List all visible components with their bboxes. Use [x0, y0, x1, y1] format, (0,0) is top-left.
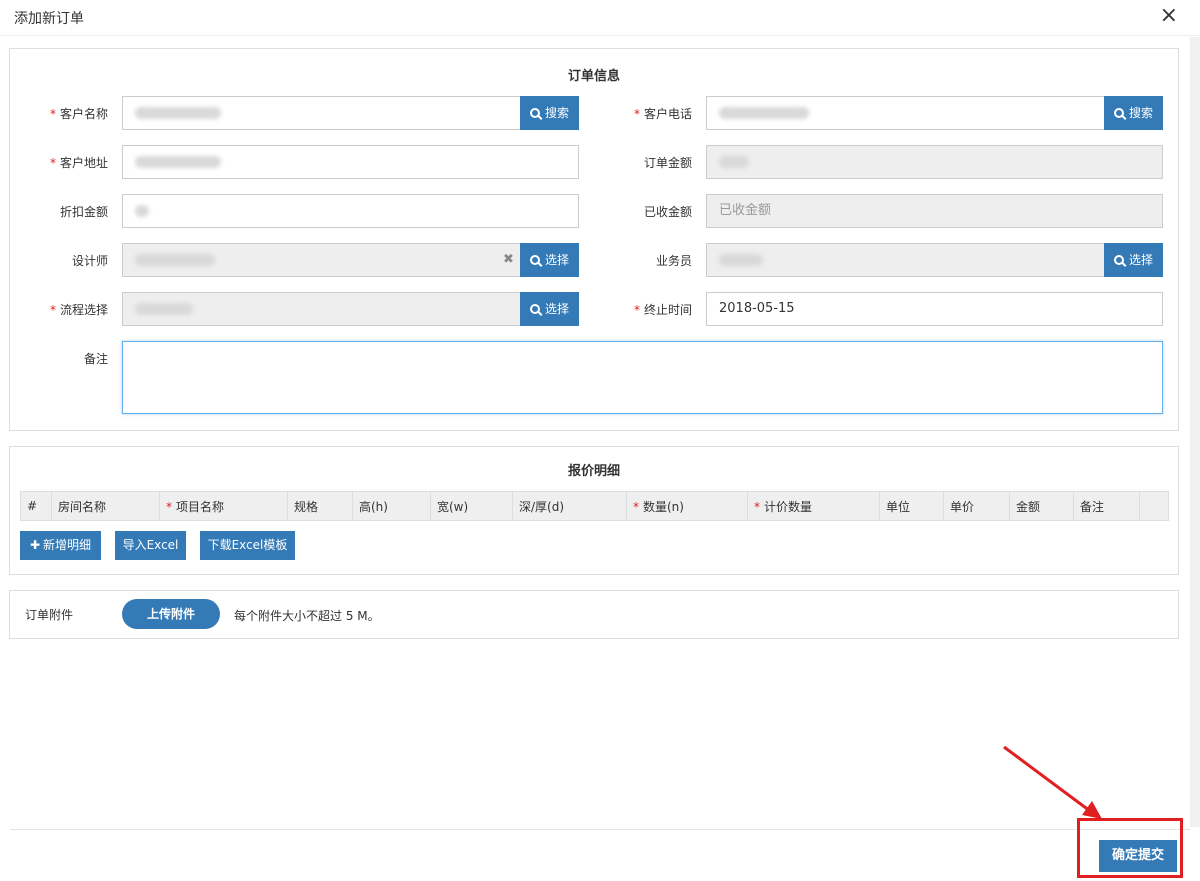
column-header-spec: 规格 [287, 491, 353, 521]
customer-name-search-button[interactable]: 搜索 [520, 96, 579, 130]
scrollbar[interactable] [1190, 37, 1200, 827]
table-header-row: # 房间名称 * 项目名称 规格 高(h) 宽(w) 深/厚(d) * 数量(n) … [20, 491, 1169, 521]
redacted-value [135, 253, 215, 266]
received-amount-placeholder: 已收金额 [719, 203, 772, 218]
annotation-arrow [1003, 745, 1102, 819]
order-info-title: 订单信息 [567, 69, 620, 84]
required-mark: * [633, 303, 640, 317]
customer-name-label: * 客户名称 [49, 107, 108, 121]
import-excel-button[interactable]: 导入Excel [115, 531, 186, 560]
dialog-title: 添加新订单 [14, 11, 84, 27]
workflow-input [122, 292, 521, 326]
plus-icon: ✚ [29, 538, 41, 552]
order-amount-label: 订单金额 [643, 156, 692, 170]
column-header-actions [1139, 491, 1169, 521]
column-header-quantity: * 数量(n) [626, 491, 748, 521]
order-amount-input [706, 145, 1163, 179]
annotation-highlight-box [1077, 818, 1183, 878]
search-icon [529, 108, 540, 118]
column-header-billing-qty: * 计价数量 [747, 491, 880, 521]
required-mark: * [49, 156, 56, 170]
designer-select-button[interactable]: 选择 [520, 243, 579, 277]
salesperson-label: 业务员 [655, 254, 692, 268]
redacted-value [719, 253, 763, 266]
column-header-item: * 项目名称 [159, 491, 288, 521]
required-mark: * [633, 107, 640, 121]
upload-attachment-button[interactable]: 上传附件 [122, 599, 220, 629]
column-header-height: 高(h) [352, 491, 431, 521]
salesperson-input [706, 243, 1105, 277]
remark-textarea[interactable] [122, 341, 1163, 414]
column-header-depth: 深/厚(d) [512, 491, 627, 521]
end-time-label: * 终止时间 [633, 303, 692, 317]
workflow-label: * 流程选择 [49, 303, 108, 317]
column-header-remark: 备注 [1073, 491, 1140, 521]
discount-amount-label: 折扣金额 [59, 205, 108, 219]
add-detail-button[interactable]: ✚ 新增明细 [20, 531, 101, 560]
download-template-button[interactable]: 下载Excel模板 [200, 531, 295, 560]
attachment-label: 订单附件 [25, 608, 74, 622]
redacted-value [135, 155, 221, 168]
dialog-titlebar: 添加新订单 × [0, 0, 1200, 36]
search-icon [529, 255, 540, 265]
workflow-select-button[interactable]: 选择 [520, 292, 579, 326]
column-header-unit: 单位 [879, 491, 944, 521]
column-header-room: 房间名称 [51, 491, 160, 521]
required-mark: * [49, 303, 56, 317]
column-header-index: # [20, 491, 52, 521]
quote-details-title: 报价明细 [567, 464, 620, 479]
quote-details-table: # 房间名称 * 项目名称 规格 高(h) 宽(w) 深/厚(d) * 数量(n) … [20, 491, 1169, 521]
column-header-price: 单价 [943, 491, 1010, 521]
search-icon [1113, 255, 1124, 265]
attachment-hint: 每个附件大小不超过 5 M。 [234, 609, 380, 623]
salesperson-select-button[interactable]: 选择 [1104, 243, 1163, 277]
customer-phone-input[interactable] [706, 96, 1105, 130]
received-amount-label: 已收金额 [643, 205, 692, 219]
discount-amount-input[interactable] [122, 194, 579, 228]
clear-icon[interactable]: ✖ [503, 252, 514, 267]
search-icon [1113, 108, 1124, 118]
designer-input [122, 243, 521, 277]
search-icon [529, 304, 540, 314]
customer-address-label: * 客户地址 [49, 156, 108, 170]
footer-divider [10, 829, 1190, 830]
close-icon[interactable]: × [1160, 4, 1178, 28]
redacted-value [719, 106, 809, 119]
required-mark: * [49, 107, 56, 121]
customer-address-input[interactable] [122, 145, 579, 179]
customer-phone-label: * 客户电话 [633, 107, 692, 121]
redacted-value [135, 204, 149, 217]
column-header-width: 宽(w) [430, 491, 513, 521]
customer-name-input[interactable] [122, 96, 521, 130]
remark-label: 备注 [83, 352, 108, 366]
redacted-value [135, 106, 221, 119]
received-amount-input: 已收金额 [706, 194, 1163, 228]
redacted-value [719, 155, 749, 168]
customer-phone-search-button[interactable]: 搜索 [1104, 96, 1163, 130]
end-time-input[interactable]: 2018-05-15 [706, 292, 1163, 326]
designer-label: 设计师 [71, 254, 108, 268]
redacted-value [135, 302, 193, 315]
column-header-amount: 金额 [1009, 491, 1074, 521]
